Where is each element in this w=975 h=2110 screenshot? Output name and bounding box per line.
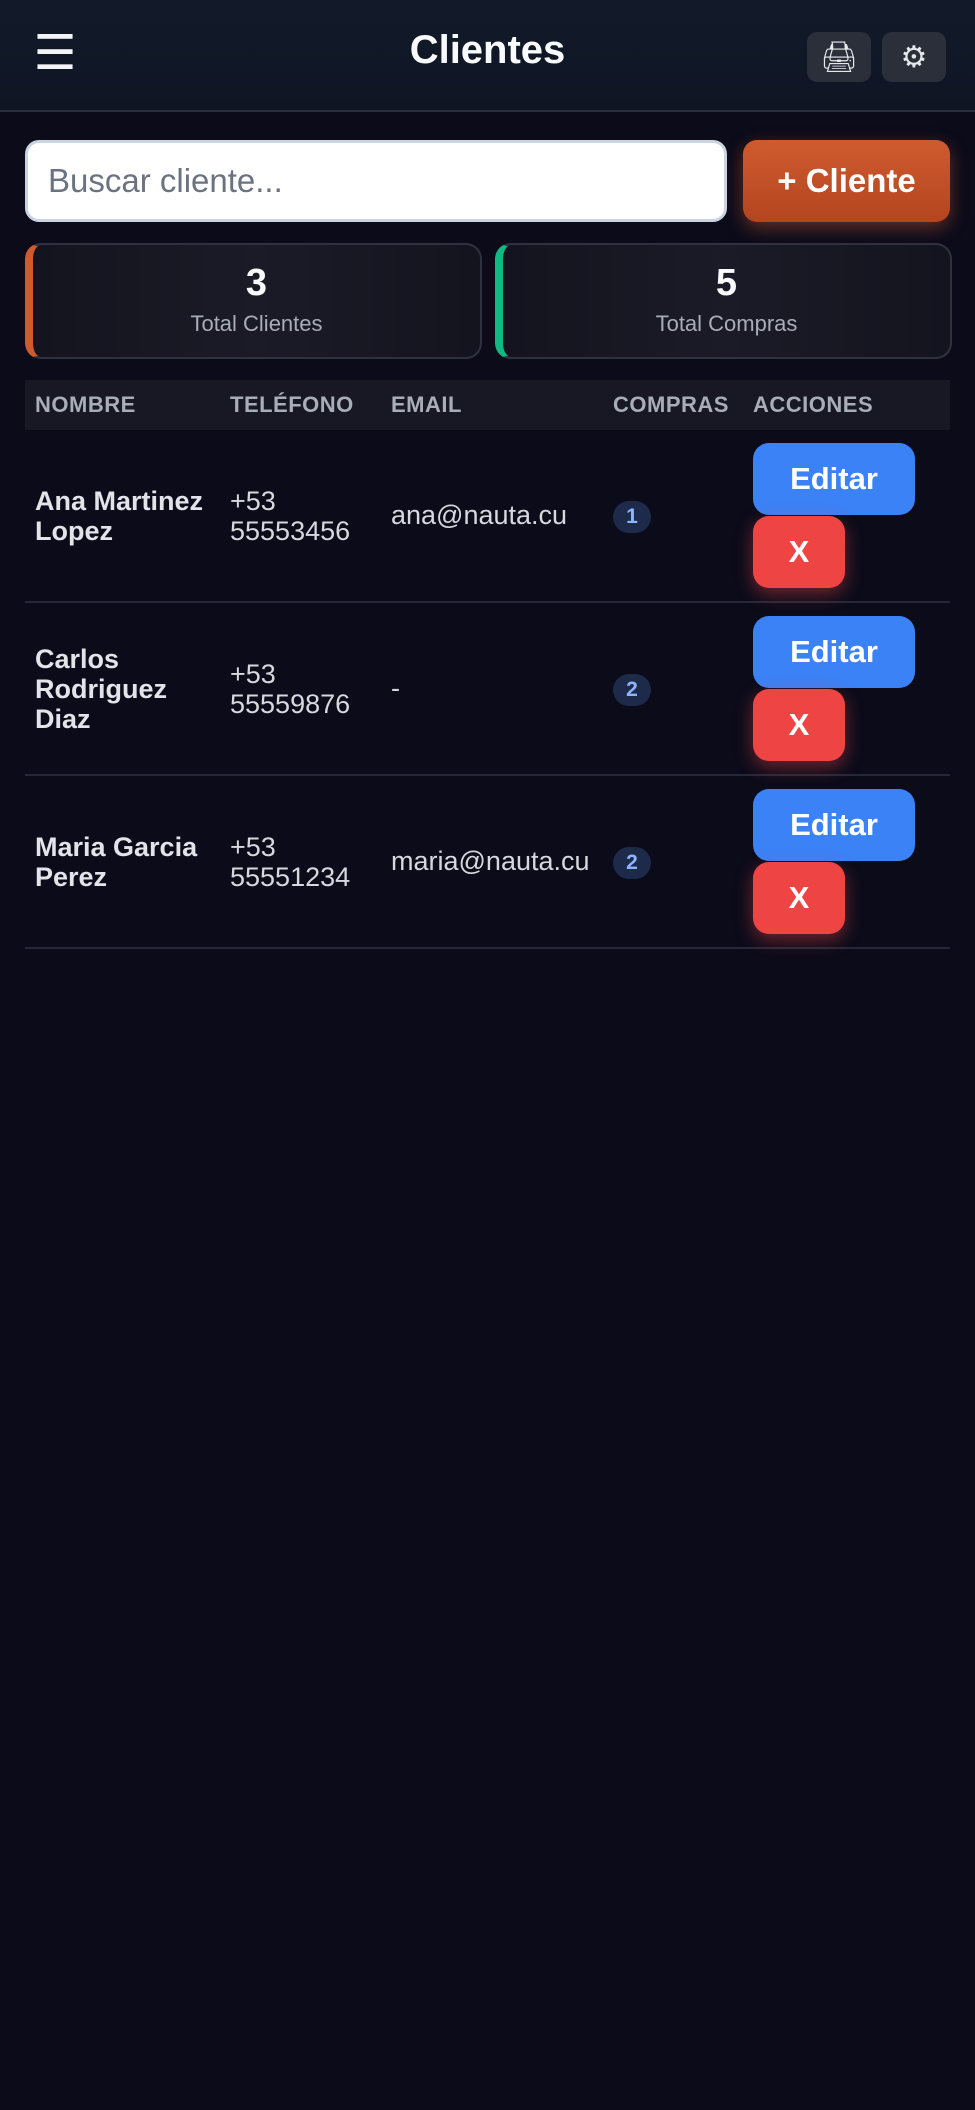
stat-card-total-purchases: 5 Total Compras bbox=[495, 243, 952, 359]
client-name: Ana Martinez Lopez bbox=[25, 430, 220, 603]
stats-row: 3 Total Clientes 5 Total Compras bbox=[25, 243, 952, 359]
client-email: - bbox=[381, 602, 603, 776]
client-name: Carlos Rodriguez Diaz bbox=[25, 602, 220, 776]
client-purchases-cell: 2 bbox=[603, 775, 743, 949]
print-icon[interactable]: 🖨 bbox=[807, 32, 871, 82]
toolbar: + Cliente bbox=[25, 140, 950, 222]
table-row: Maria Garcia Perez +53 55551234 maria@na… bbox=[25, 775, 950, 949]
client-name: Maria Garcia Perez bbox=[25, 775, 220, 949]
stat-label: Total Compras bbox=[655, 310, 798, 336]
purchases-badge: 2 bbox=[613, 846, 651, 879]
table-row: Ana Martinez Lopez +53 55553456 ana@naut… bbox=[25, 430, 950, 603]
client-phone: +53 55553456 bbox=[220, 430, 381, 603]
row-actions: Editar X bbox=[743, 602, 950, 776]
edit-button[interactable]: Editar bbox=[753, 789, 915, 861]
top-bar: ☰ Clientes 🖨 ⚙ bbox=[0, 0, 975, 112]
delete-button[interactable]: X bbox=[753, 516, 845, 588]
purchases-badge: 1 bbox=[613, 500, 651, 533]
client-phone: +53 55551234 bbox=[220, 775, 381, 949]
row-actions: Editar X bbox=[743, 775, 950, 949]
client-email: ana@nauta.cu bbox=[381, 430, 603, 603]
stat-card-total-clients: 3 Total Clientes bbox=[25, 243, 482, 359]
purchases-badge: 2 bbox=[613, 673, 651, 706]
column-header-actions: ACCIONES bbox=[743, 380, 950, 430]
client-phone: +53 55559876 bbox=[220, 602, 381, 776]
search-input[interactable] bbox=[25, 140, 727, 222]
delete-button[interactable]: X bbox=[753, 862, 845, 934]
column-header-name: NOMBRE bbox=[25, 380, 220, 430]
stat-value: 3 bbox=[245, 262, 268, 304]
stat-label: Total Clientes bbox=[190, 310, 323, 336]
column-header-email: EMAIL bbox=[381, 380, 603, 430]
client-purchases-cell: 1 bbox=[603, 430, 743, 603]
column-header-phone: TELÉFONO bbox=[220, 380, 381, 430]
column-header-purchases: COMPRAS bbox=[603, 380, 743, 430]
settings-icon[interactable]: ⚙ bbox=[882, 32, 946, 82]
table-header-row: NOMBRE TELÉFONO EMAIL COMPRAS ACCIONES bbox=[25, 380, 950, 430]
row-actions: Editar X bbox=[743, 430, 950, 603]
menu-icon[interactable]: ☰ bbox=[32, 26, 78, 82]
edit-button[interactable]: Editar bbox=[753, 443, 915, 515]
edit-button[interactable]: Editar bbox=[753, 616, 915, 688]
delete-button[interactable]: X bbox=[753, 689, 845, 761]
client-purchases-cell: 2 bbox=[603, 602, 743, 776]
table-row: Carlos Rodriguez Diaz +53 55559876 - 2 E… bbox=[25, 602, 950, 776]
client-email: maria@nauta.cu bbox=[381, 775, 603, 949]
add-client-button[interactable]: + Cliente bbox=[743, 140, 950, 222]
stat-value: 5 bbox=[715, 262, 738, 304]
clients-table: NOMBRE TELÉFONO EMAIL COMPRAS ACCIONES A… bbox=[25, 380, 950, 949]
